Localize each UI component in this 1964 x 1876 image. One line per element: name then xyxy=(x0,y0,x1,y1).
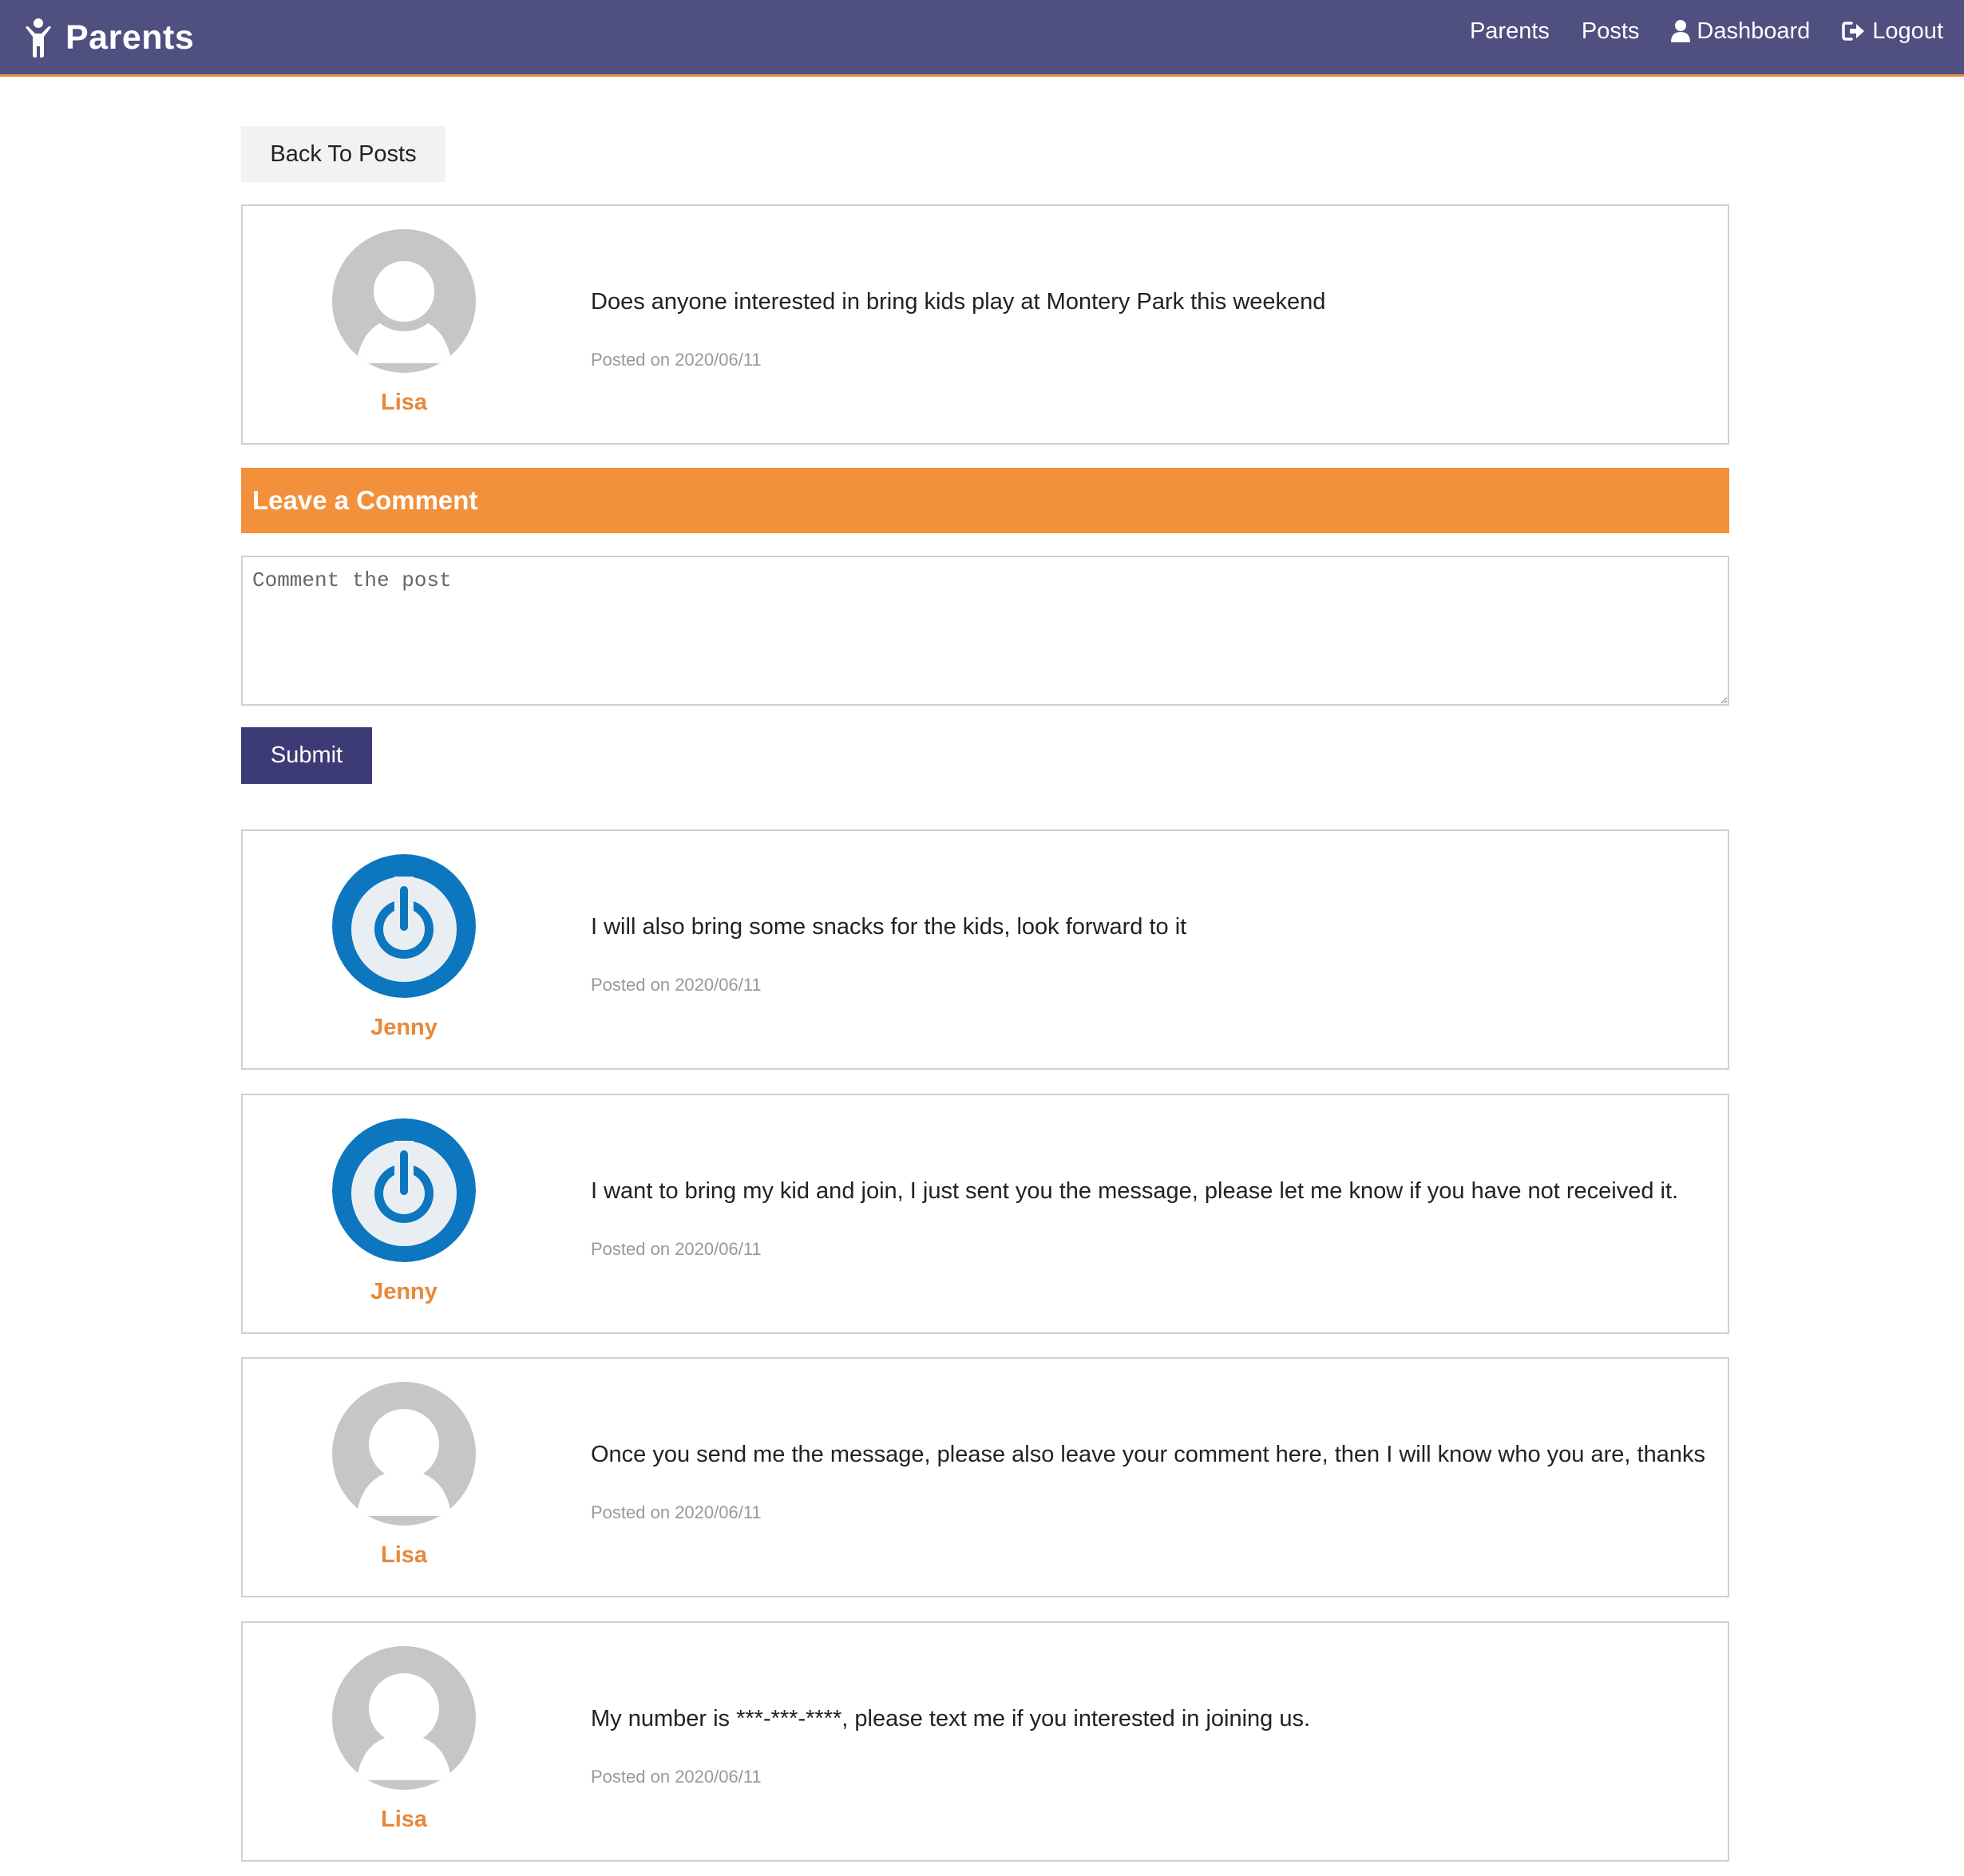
comment-date: Posted on 2020/06/11 xyxy=(591,975,762,995)
comment-date: Posted on 2020/06/11 xyxy=(591,1239,762,1259)
nav-link-parents-label: Parents xyxy=(1469,18,1550,44)
user-icon xyxy=(1671,20,1691,42)
nav-link-logout-label: Logout xyxy=(1872,18,1943,44)
default-avatar-icon xyxy=(332,1646,476,1790)
post-card: Lisa Does anyone interested in bring kid… xyxy=(241,204,1729,445)
nav-link-parents[interactable]: Parents xyxy=(1470,18,1550,45)
comment-date: Posted on 2020/06/11 xyxy=(591,1502,762,1522)
comment-author-name[interactable]: Jenny xyxy=(284,1279,524,1305)
default-avatar-icon xyxy=(332,1382,476,1526)
nav-link-logout[interactable]: Logout xyxy=(1842,18,1943,45)
top-navbar: Parents Parents Posts Dashboard Logout xyxy=(0,0,1964,77)
post-text: Does anyone interested in bring kids pla… xyxy=(591,289,1326,315)
comment-text: I will also bring some snacks for the ki… xyxy=(591,914,1187,940)
brand-title: Parents xyxy=(65,18,195,57)
comment-text: My number is ***-***-****, please text m… xyxy=(591,1706,1311,1732)
comment-card: Lisa Once you send me the message, pleas… xyxy=(241,1357,1729,1597)
nav-link-posts[interactable]: Posts xyxy=(1582,18,1640,45)
brand-link[interactable]: Parents xyxy=(24,10,194,65)
comment-card: Jenny I will also bring some snacks for … xyxy=(241,829,1729,1070)
leave-comment-heading: Leave a Comment xyxy=(241,468,1729,533)
post-date: Posted on 2020/06/11 xyxy=(591,350,762,370)
power-avatar-icon xyxy=(332,1118,476,1262)
child-icon xyxy=(26,18,51,57)
comment-author-name[interactable]: Lisa xyxy=(284,1807,524,1833)
post-author-name[interactable]: Lisa xyxy=(284,390,524,416)
power-avatar-icon xyxy=(332,854,476,998)
default-avatar-icon xyxy=(332,229,476,373)
back-to-posts-button[interactable]: Back To Posts xyxy=(241,126,445,182)
nav-link-dashboard[interactable]: Dashboard xyxy=(1671,18,1810,45)
comment-date: Posted on 2020/06/11 xyxy=(591,1767,762,1787)
nav-link-posts-label: Posts xyxy=(1581,18,1640,44)
submit-comment-button[interactable]: Submit xyxy=(241,727,372,784)
comment-author-name[interactable]: Lisa xyxy=(284,1542,524,1569)
comment-author-name[interactable]: Jenny xyxy=(284,1015,524,1041)
comment-text: I want to bring my kid and join, I just … xyxy=(591,1178,1679,1204)
nav-links: Parents Posts Dashboard Logout xyxy=(1438,0,1943,62)
comment-card: Lisa My number is ***-***-****, please t… xyxy=(241,1621,1729,1862)
comment-input[interactable] xyxy=(241,556,1729,706)
comment-text: Once you send me the message, please als… xyxy=(591,1442,1705,1467)
comment-card: Jenny I want to bring my kid and join, I… xyxy=(241,1094,1729,1334)
sign-out-icon xyxy=(1842,22,1865,41)
nav-link-dashboard-label: Dashboard xyxy=(1697,18,1811,44)
